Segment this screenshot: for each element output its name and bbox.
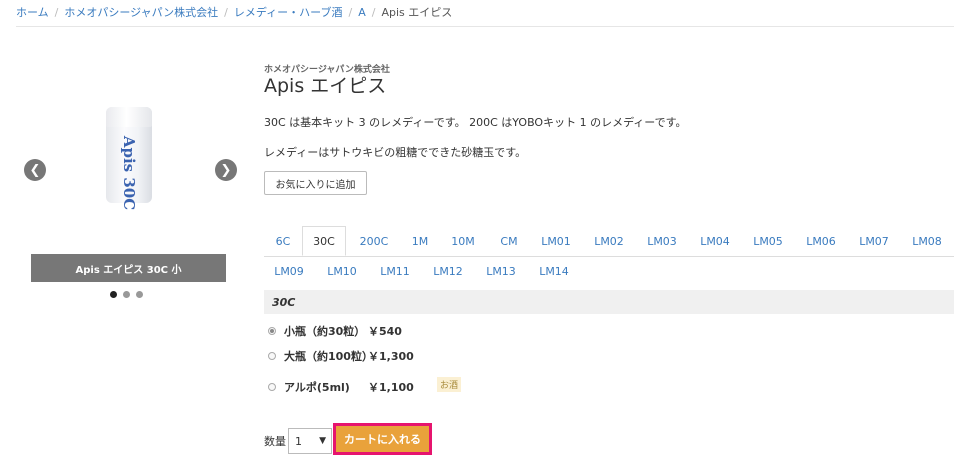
vial-cap [106, 107, 152, 127]
tab-lm05[interactable]: LM05 [746, 235, 790, 248]
panel-heading: 30C [264, 290, 954, 314]
product-description: レメディーはサトウキビの粗糖でできた砂糖玉です。 [264, 146, 527, 159]
chevron-left-icon: ❮ [29, 162, 41, 178]
carousel-dots [110, 291, 143, 298]
breadcrumb: ホーム / ホメオパシージャパン株式会社 / レメディー・ハーブ酒 / A / Apis エイピ… [16, 4, 452, 20]
option-name: 大瓶（約100粒） [284, 350, 373, 363]
tab-lm02[interactable]: LM02 [587, 235, 631, 248]
product-title: Apis エイピス [264, 75, 387, 97]
tab-lm13[interactable]: LM13 [479, 265, 523, 278]
tab-lm10[interactable]: LM10 [320, 265, 364, 278]
tab-1m[interactable]: 1M [398, 235, 442, 248]
radio-button[interactable] [268, 352, 276, 360]
chevron-right-icon: ❯ [220, 162, 232, 178]
breadcrumb-separator: / [54, 6, 59, 19]
tab-underline [264, 256, 954, 257]
tab-200c[interactable]: 200C [352, 235, 396, 248]
breadcrumb-separator: / [371, 6, 376, 19]
product-image: Apis 30C [106, 107, 152, 210]
breadcrumb-maker[interactable]: ホメオパシージャパン株式会社 [64, 6, 218, 19]
carousel-prev-button[interactable]: ❮ [24, 159, 46, 181]
option-price: ￥1,100 [368, 381, 414, 394]
option-alcohol[interactable]: アルポ(5ml) ￥1,100 [268, 379, 418, 395]
option-large-bottle[interactable]: 大瓶（約100粒） ￥1,300 [268, 348, 418, 364]
carousel-dot[interactable] [136, 291, 143, 298]
carousel-next-button[interactable]: ❯ [215, 159, 237, 181]
breadcrumb-home[interactable]: ホーム [16, 6, 49, 19]
tab-lm14[interactable]: LM14 [532, 265, 576, 278]
tab-lm01[interactable]: LM01 [534, 235, 578, 248]
quantity-label: 数量 [264, 435, 286, 448]
breadcrumb-current: Apis エイピス [381, 6, 453, 19]
tab-lm07[interactable]: LM07 [852, 235, 896, 248]
tab-lm11[interactable]: LM11 [373, 265, 417, 278]
breadcrumb-letter[interactable]: A [358, 6, 366, 19]
breadcrumb-separator: / [224, 6, 228, 19]
vial-label-text: Apis 30C [120, 135, 138, 211]
vial-label: Apis 30C [114, 136, 144, 210]
tab-30c[interactable]: 30C [302, 226, 346, 256]
tab-lm09[interactable]: LM09 [267, 265, 311, 278]
product-description: 30C は基本キット 3 のレメディーです。 200C はYOBOキット 1 の… [264, 116, 687, 129]
alcohol-badge: お酒 [437, 377, 462, 392]
tab-6c[interactable]: 6C [261, 235, 305, 248]
tab-10m[interactable]: 10M [441, 235, 485, 248]
tab-lm04[interactable]: LM04 [693, 235, 737, 248]
tab-lm12[interactable]: LM12 [426, 265, 470, 278]
image-caption: Apis エイピス 30C 小 [31, 254, 226, 282]
breadcrumb-category[interactable]: レメディー・ハーブ酒 [234, 6, 343, 19]
tab-lm03[interactable]: LM03 [640, 235, 684, 248]
tab-cm[interactable]: CM [487, 235, 531, 248]
add-favorite-button[interactable]: お気に入りに追加 [264, 171, 367, 195]
option-small-bottle[interactable]: 小瓶（約30粒） ￥540 [268, 323, 418, 339]
tab-lm06[interactable]: LM06 [799, 235, 843, 248]
add-to-cart-button[interactable]: カートに入れる [333, 423, 432, 455]
divider [16, 26, 954, 27]
option-name: 小瓶（約30粒） [284, 325, 366, 338]
option-price: ￥540 [368, 325, 402, 338]
radio-button[interactable] [268, 383, 276, 391]
option-name: アルポ(5ml) [284, 381, 350, 394]
breadcrumb-separator: / [348, 6, 353, 19]
option-price: ￥1,300 [368, 350, 414, 363]
caret-down-icon: ▼ [319, 436, 326, 446]
radio-button[interactable] [268, 327, 276, 335]
quantity-value: 1 [295, 434, 302, 448]
carousel-dot[interactable] [110, 291, 117, 298]
quantity-select[interactable]: 1 ▼ [288, 428, 332, 454]
product-gallery: ❮ Apis 30C ❯ Apis エイピス 30C 小 [24, 60, 240, 310]
tab-lm08[interactable]: LM08 [905, 235, 949, 248]
carousel-dot[interactable] [123, 291, 130, 298]
